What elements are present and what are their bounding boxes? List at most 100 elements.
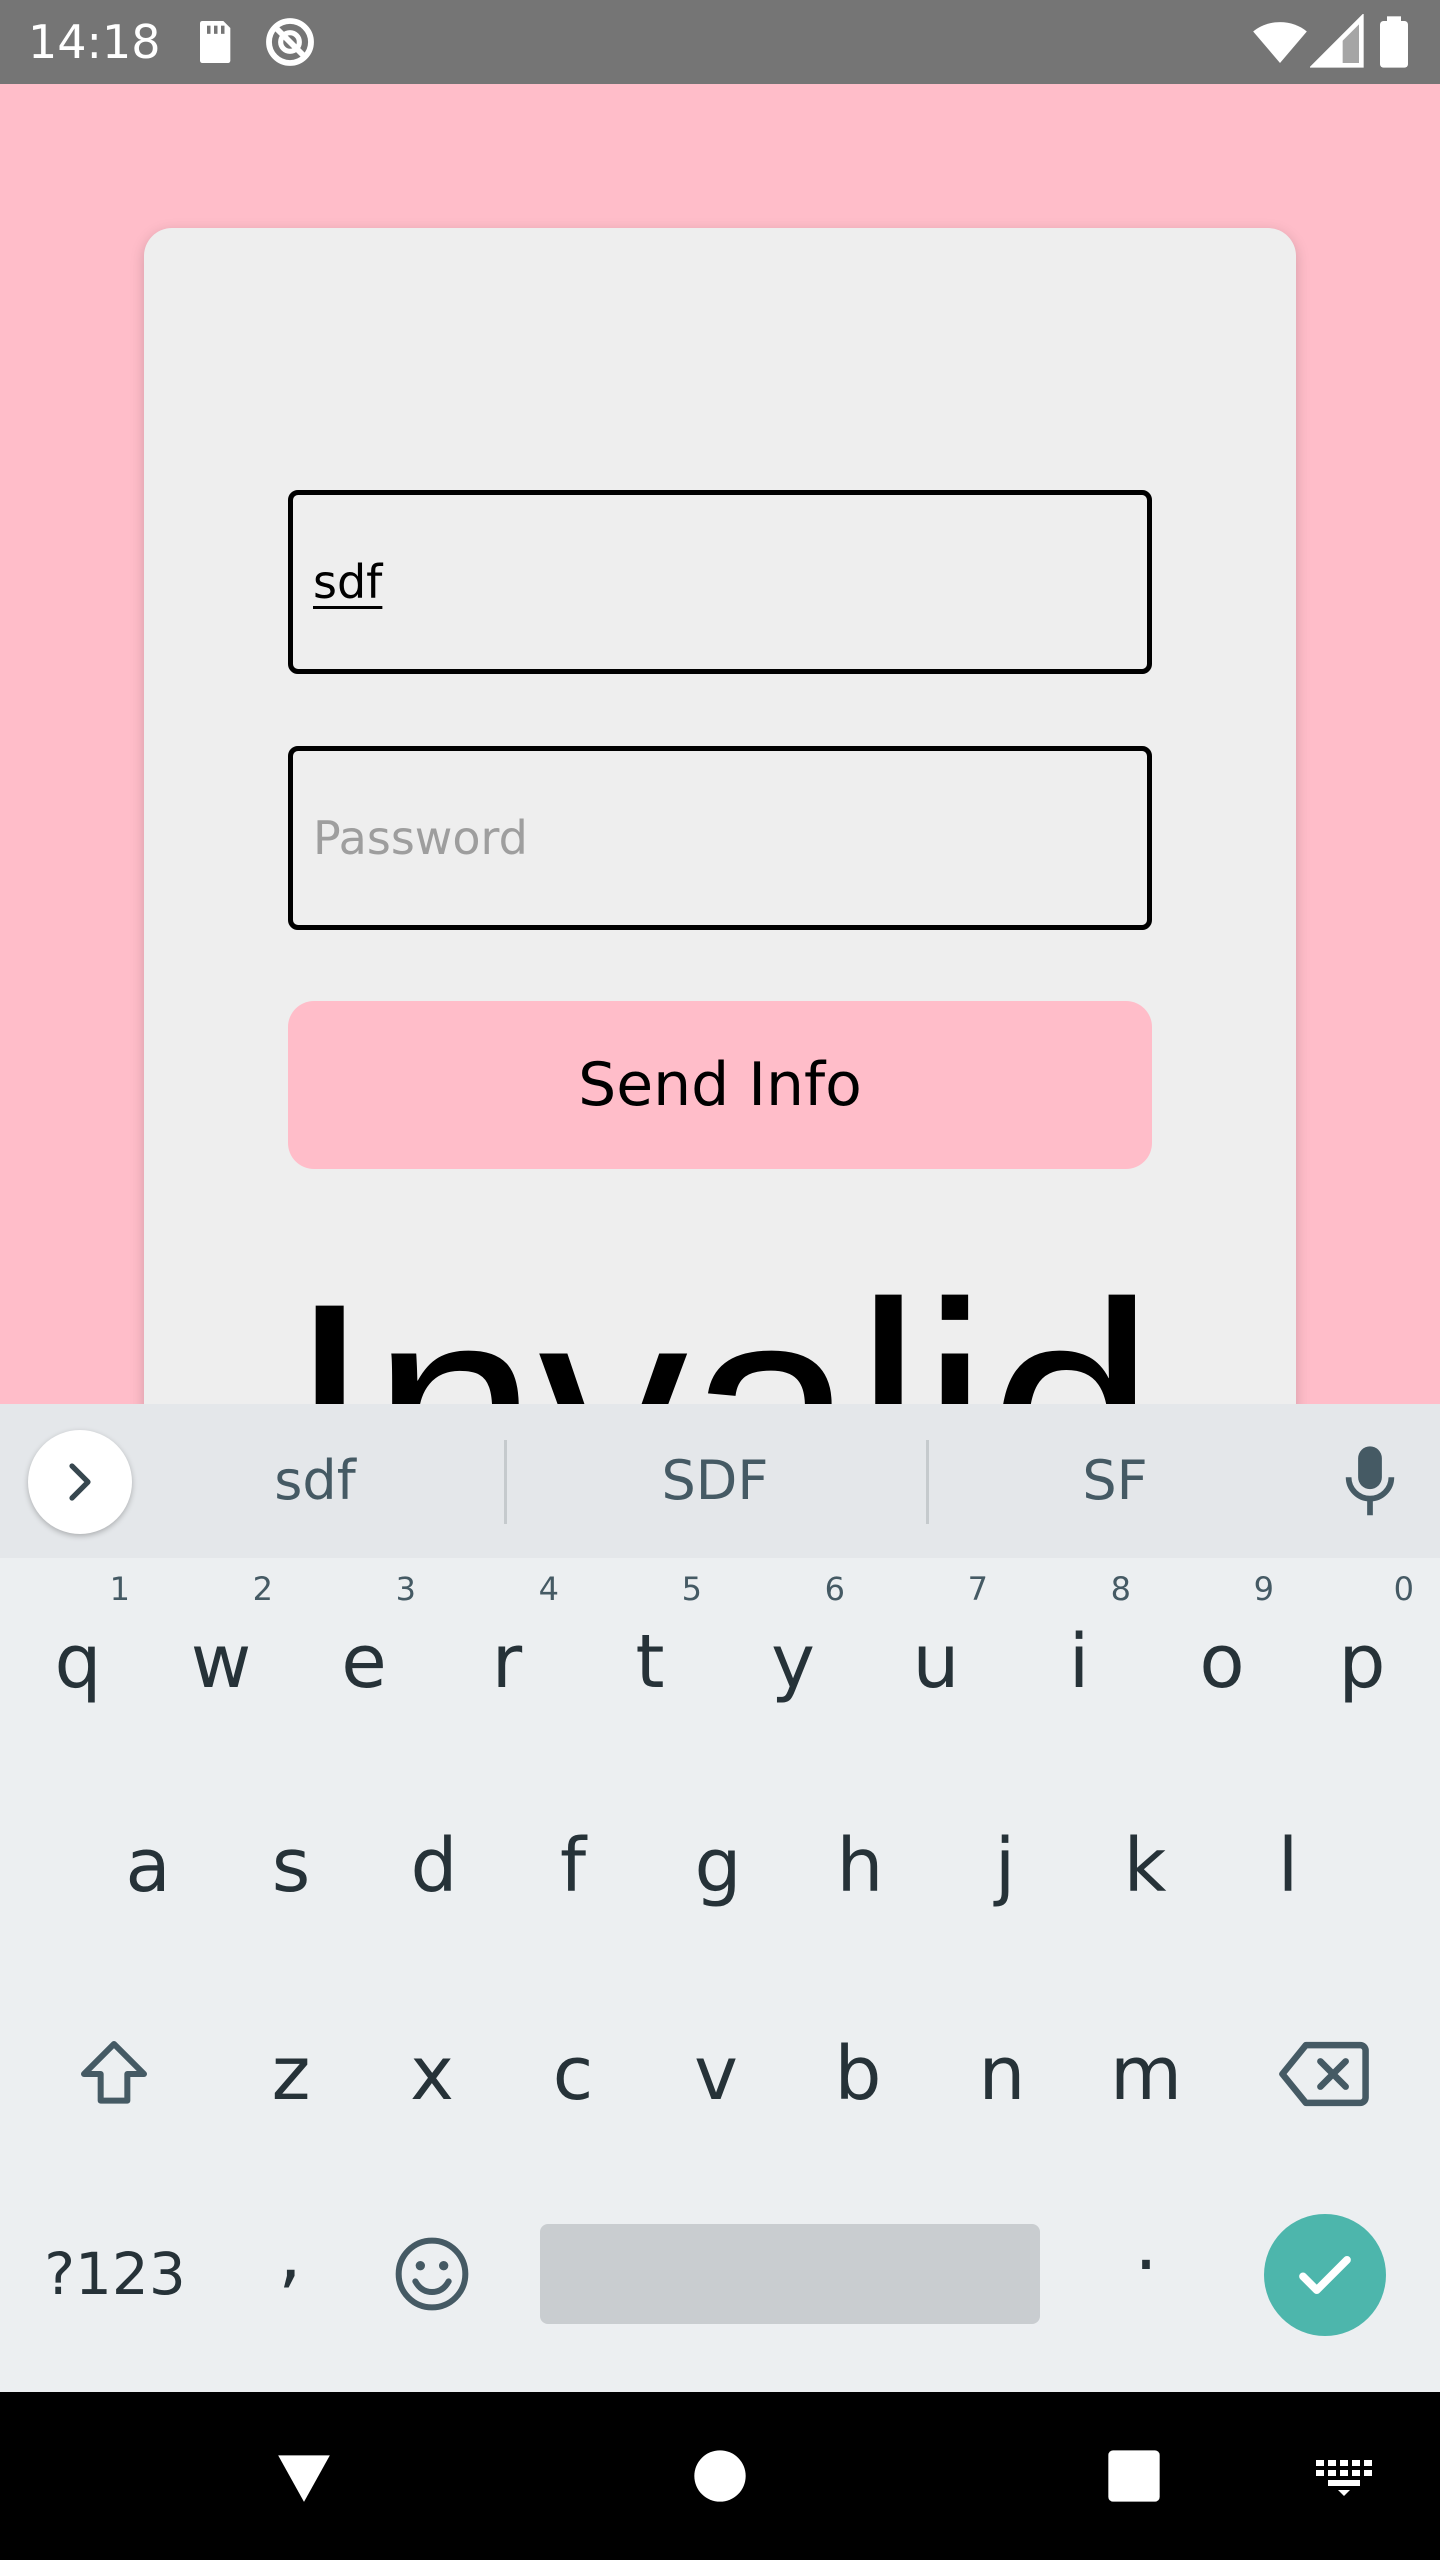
key-k[interactable]: k bbox=[1075, 1766, 1215, 1966]
checkmark-icon bbox=[1299, 2256, 1351, 2294]
key-c[interactable]: c bbox=[503, 1974, 643, 2174]
key-label: i bbox=[1068, 1619, 1090, 1705]
key-label: o bbox=[1199, 1619, 1245, 1705]
period-key[interactable]: . bbox=[1076, 2144, 1216, 2344]
enter-key[interactable] bbox=[1264, 2214, 1386, 2336]
password-input[interactable]: Password bbox=[288, 746, 1152, 930]
key-label: m bbox=[1109, 2031, 1183, 2117]
key-i[interactable]: i8 bbox=[1009, 1562, 1149, 1762]
home-icon[interactable] bbox=[680, 2436, 760, 2516]
username-input[interactable]: sdf bbox=[288, 490, 1152, 674]
microphone-icon[interactable] bbox=[1340, 1444, 1400, 1520]
backspace-key[interactable] bbox=[1254, 1974, 1394, 2174]
key-label: k bbox=[1123, 1823, 1167, 1909]
key-label: r bbox=[491, 1619, 523, 1705]
key-label: b bbox=[834, 2031, 882, 2117]
shift-icon bbox=[81, 2041, 147, 2104]
battery-icon bbox=[1372, 14, 1416, 70]
key-hint: 5 bbox=[681, 1570, 702, 1608]
back-icon[interactable] bbox=[264, 2436, 344, 2516]
key-hint: 0 bbox=[1393, 1570, 1414, 1608]
key-s[interactable]: s bbox=[221, 1766, 361, 1966]
sd-card-icon bbox=[186, 14, 242, 70]
status-bar: 14:18 bbox=[0, 0, 1440, 84]
key-label: s bbox=[271, 1823, 311, 1909]
key-u[interactable]: u7 bbox=[866, 1562, 1006, 1762]
key-e[interactable]: e3 bbox=[294, 1562, 434, 1762]
key-p[interactable]: p0 bbox=[1292, 1562, 1432, 1762]
signal-icon bbox=[1310, 14, 1366, 70]
key-label: l bbox=[1277, 1823, 1299, 1909]
recents-icon[interactable] bbox=[1094, 2436, 1174, 2516]
key-g[interactable]: g bbox=[648, 1766, 788, 1966]
key-label: g bbox=[694, 1823, 742, 1909]
app-background: sdf Password Send Info Invalid bbox=[0, 84, 1440, 1404]
result-message: Invalid bbox=[288, 1243, 1155, 1404]
spacebar[interactable] bbox=[540, 2224, 1040, 2324]
password-placeholder: Password bbox=[313, 811, 528, 865]
key-hint: 3 bbox=[395, 1570, 416, 1608]
key-label: z bbox=[271, 2031, 311, 2117]
key-label: p bbox=[1338, 1619, 1386, 1705]
key-label: v bbox=[694, 2031, 738, 2117]
key-hint: 7 bbox=[967, 1570, 988, 1608]
key-j[interactable]: j bbox=[935, 1766, 1075, 1966]
send-info-button[interactable]: Send Info bbox=[288, 1001, 1152, 1169]
keyboard-switch-icon[interactable] bbox=[1304, 2436, 1384, 2516]
key-v[interactable]: v bbox=[646, 1974, 786, 2174]
on-screen-keyboard: sdf SDF SF q1 w2 e3 r4 t5 y6 u7 i8 o9 p0… bbox=[0, 1404, 1440, 2392]
key-hint: 2 bbox=[252, 1570, 273, 1608]
key-label: f bbox=[559, 1823, 587, 1909]
key-label: y bbox=[771, 1619, 815, 1705]
key-label: d bbox=[410, 1823, 458, 1909]
key-z[interactable]: z bbox=[221, 1974, 361, 2174]
key-a[interactable]: a bbox=[78, 1766, 218, 1966]
key-label: q bbox=[54, 1619, 102, 1705]
key-hint: 4 bbox=[538, 1570, 559, 1608]
suggestion-bar: sdf SDF SF bbox=[0, 1404, 1440, 1558]
do-not-disturb-icon bbox=[262, 14, 318, 70]
key-f[interactable]: f bbox=[503, 1766, 643, 1966]
key-label: t bbox=[635, 1619, 665, 1705]
comma-key[interactable]: , bbox=[220, 2154, 360, 2354]
expand-suggestions-button[interactable] bbox=[28, 1430, 132, 1534]
wifi-icon bbox=[1252, 14, 1308, 70]
key-b[interactable]: b bbox=[788, 1974, 928, 2174]
status-time: 14:18 bbox=[28, 15, 161, 69]
key-hint: 1 bbox=[109, 1570, 130, 1608]
username-value: sdf bbox=[313, 555, 383, 609]
key-label: w bbox=[190, 1619, 252, 1705]
key-d[interactable]: d bbox=[364, 1766, 504, 1966]
key-t[interactable]: t5 bbox=[580, 1562, 720, 1762]
key-hint: 9 bbox=[1253, 1570, 1274, 1608]
key-r[interactable]: r4 bbox=[437, 1562, 577, 1762]
key-w[interactable]: w2 bbox=[151, 1562, 291, 1762]
key-l[interactable]: l bbox=[1218, 1766, 1358, 1966]
emoji-icon bbox=[395, 2237, 469, 2311]
suggestion-1[interactable]: sdf bbox=[160, 1404, 470, 1558]
key-label: u bbox=[912, 1619, 960, 1705]
key-y[interactable]: y6 bbox=[723, 1562, 863, 1762]
key-label: c bbox=[552, 2031, 594, 2117]
key-label: x bbox=[410, 2031, 454, 2117]
symbols-key[interactable]: ?123 bbox=[30, 2174, 200, 2374]
key-x[interactable]: x bbox=[362, 1974, 502, 2174]
key-label: e bbox=[341, 1619, 387, 1705]
suggestion-divider bbox=[504, 1440, 507, 1524]
suggestion-2[interactable]: SDF bbox=[540, 1404, 890, 1558]
key-label: j bbox=[994, 1823, 1016, 1909]
key-hint: 6 bbox=[824, 1570, 845, 1608]
key-o[interactable]: o9 bbox=[1152, 1562, 1292, 1762]
key-q[interactable]: q1 bbox=[8, 1562, 148, 1762]
emoji-key[interactable] bbox=[362, 2174, 502, 2374]
suggestion-divider bbox=[926, 1440, 929, 1524]
key-n[interactable]: n bbox=[932, 1974, 1072, 2174]
suggestion-3[interactable]: SF bbox=[960, 1404, 1270, 1558]
shift-key[interactable] bbox=[44, 1974, 184, 2174]
key-label: h bbox=[836, 1823, 884, 1909]
key-h[interactable]: h bbox=[790, 1766, 930, 1966]
backspace-icon bbox=[1279, 2041, 1369, 2107]
login-card: sdf Password Send Info Invalid bbox=[144, 228, 1296, 1404]
chevron-right-icon bbox=[69, 1463, 91, 1501]
key-label: a bbox=[125, 1823, 171, 1909]
